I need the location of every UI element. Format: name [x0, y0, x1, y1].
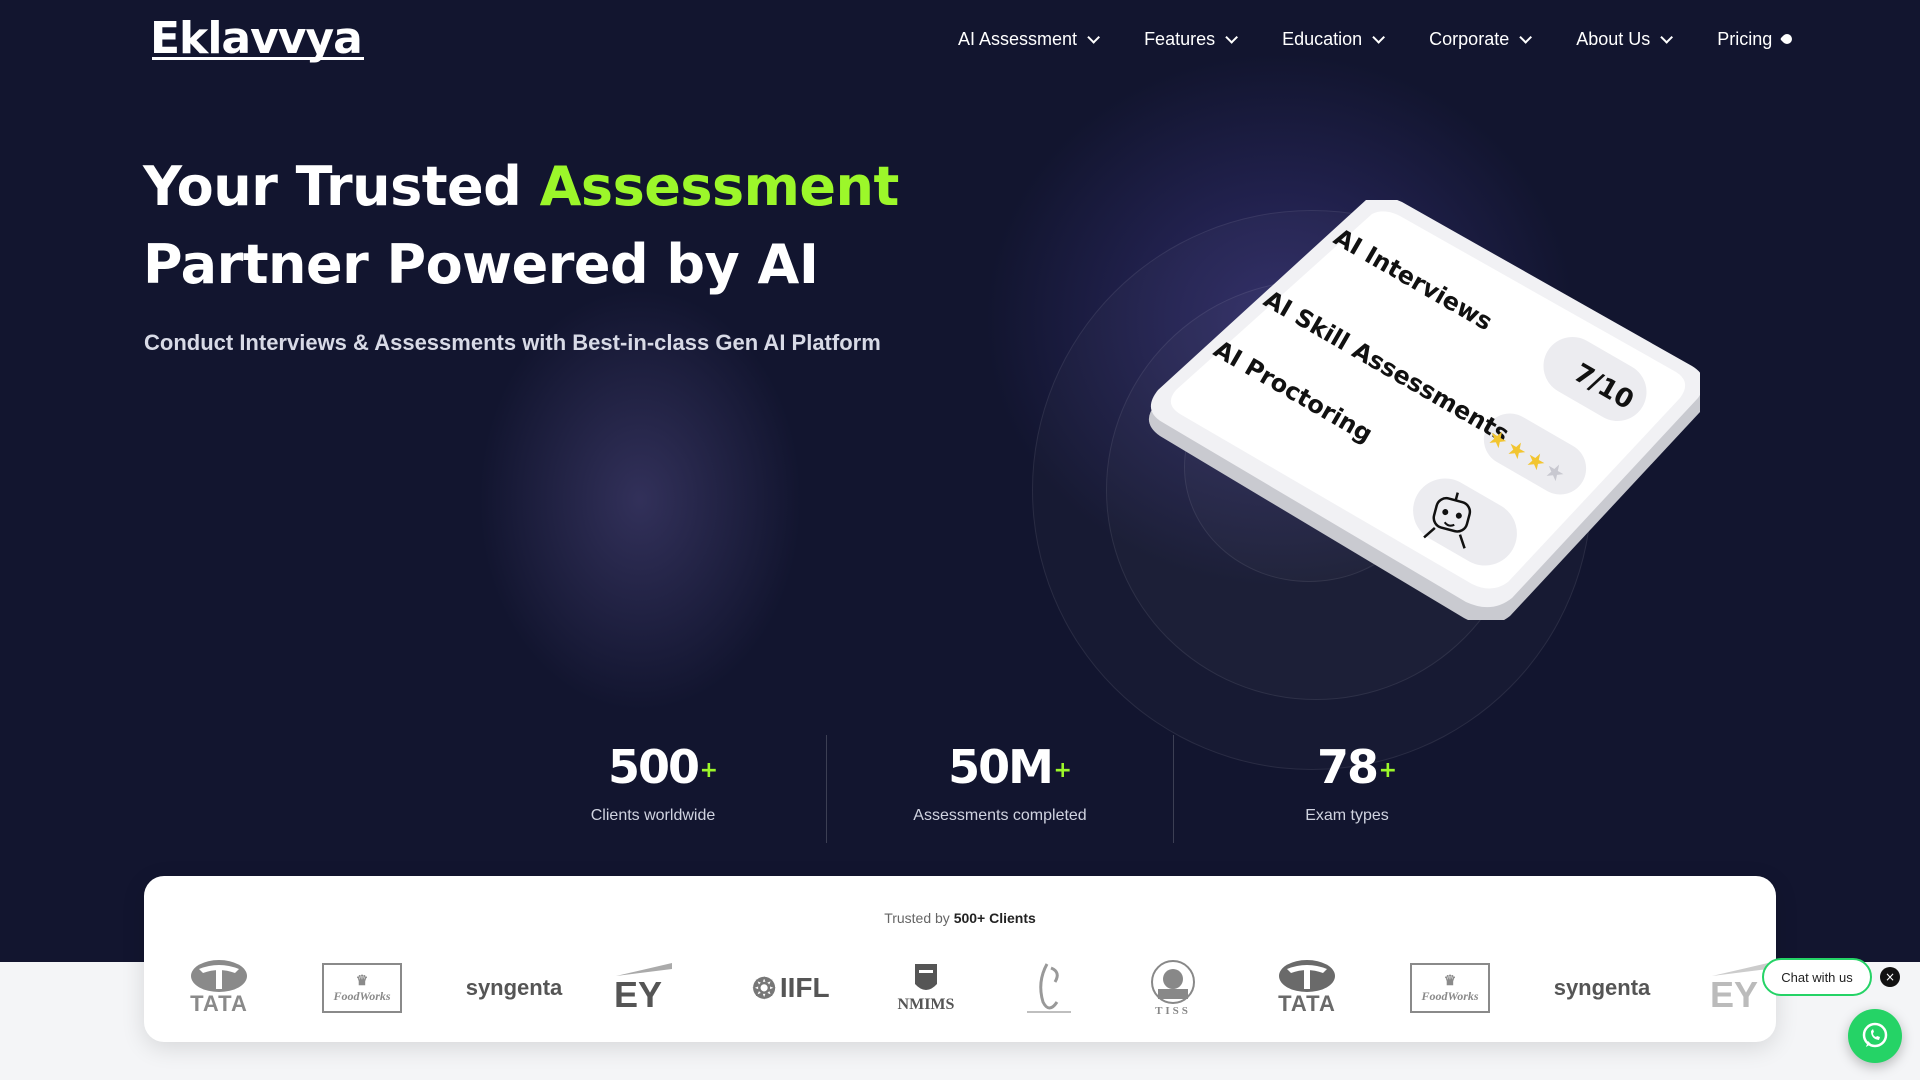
client-logo-foodworks: ♛ FoodWorks — [1408, 956, 1492, 1020]
stat-number: 500 — [607, 740, 700, 794]
stat-number: 78 — [1316, 740, 1379, 794]
stat-clients: 500 + Clients worldwide — [480, 735, 827, 843]
client-logo-tata: TATA — [174, 956, 264, 1020]
clients-card: Trusted by 500+ Clients TATA ♛ FoodWorks… — [144, 876, 1776, 1042]
nav-item-ai-assessment[interactable]: AI Assessment — [958, 28, 1101, 50]
chevron-down-icon — [1087, 30, 1101, 44]
clients-title-prefix: Trusted by — [884, 910, 954, 926]
foodworks-frame: ♛ FoodWorks — [1410, 963, 1490, 1013]
whatsapp-icon — [1862, 1022, 1888, 1048]
logo-underline — [152, 57, 364, 60]
ey-wordmark: EY — [1710, 974, 1759, 1015]
client-logo-syngenta: syngenta — [464, 956, 564, 1020]
nav-item-label: AI Assessment — [958, 28, 1078, 49]
stat-label: Assessments completed — [913, 807, 1087, 824]
stat-value: 500 + — [607, 735, 718, 799]
iifl-emblem-icon: ❂ — [752, 972, 776, 1004]
stat-assessments: 50M + Assessments completed — [827, 735, 1174, 843]
headline-accent: Assessment — [539, 155, 900, 218]
stat-plus: + — [1053, 758, 1071, 783]
stat-value: 50M + — [948, 735, 1072, 799]
chat-with-us-button[interactable]: Chat with us — [1762, 958, 1872, 996]
nav-item-label: Education — [1282, 28, 1363, 49]
client-logo-nmims: NMIMS — [888, 956, 964, 1020]
foodworks-frame: ♛ FoodWorks — [322, 963, 402, 1013]
hero-headline: Your Trusted Assessment Partner Powered … — [143, 148, 963, 304]
nav-item-label: Pricing — [1717, 28, 1773, 49]
nav-item-about-us[interactable]: About Us — [1576, 28, 1674, 50]
tiss-wordmark: TISS — [1155, 1005, 1191, 1017]
chevron-down-icon — [1225, 30, 1239, 44]
brand-logo[interactable]: Eklavvya — [150, 12, 364, 66]
nav-item-education[interactable]: Education — [1282, 28, 1386, 50]
main-nav: AI Assessment Features Education Corpora… — [958, 24, 1795, 54]
tiss-seal-icon — [1151, 960, 1195, 1004]
tag-icon — [1780, 31, 1795, 47]
chevron-down-icon — [1660, 30, 1674, 44]
chevron-down-icon — [1372, 30, 1386, 44]
assessment-illustration: AI Interviews AI Skill Assessments AI Pr… — [1140, 196, 1706, 625]
stat-label: Clients worldwide — [590, 807, 716, 824]
nmims-shield-icon — [915, 964, 937, 990]
headline-part2: Partner Powered by AI — [143, 233, 819, 296]
tata-emblem-icon — [191, 960, 247, 992]
client-logo-tata: TATA — [1262, 956, 1352, 1020]
syngenta-wordmark: syngenta — [465, 975, 563, 1000]
university-seal-icon — [1027, 963, 1071, 1013]
client-logo-strip: TATA ♛ FoodWorks syngenta EY ❂ IIFL NMIM… — [144, 956, 1776, 1026]
client-logo-iifl: ❂ IIFL — [748, 956, 834, 1020]
stat-value: 78 + — [1316, 735, 1397, 799]
stat-plus: + — [699, 758, 718, 783]
tata-wordmark: TATA — [190, 991, 248, 1016]
nav-item-label: Features — [1144, 28, 1216, 49]
stat-exam-types: 78 + Exam types — [1174, 735, 1520, 843]
stat-plus: + — [1378, 758, 1397, 783]
nav-item-pricing[interactable]: Pricing — [1717, 28, 1795, 50]
client-logo-syngenta: syngenta — [1552, 956, 1652, 1020]
client-logo-ey: EY — [614, 956, 684, 1020]
whatsapp-button[interactable] — [1848, 1009, 1902, 1063]
nav-item-label: Corporate — [1429, 28, 1510, 49]
foodworks-emblem-icon: ♛ — [355, 972, 369, 988]
close-icon[interactable]: × — [1880, 967, 1900, 987]
headline-part1: Your Trusted — [143, 155, 540, 218]
client-logo-foodworks: ♛ FoodWorks — [320, 956, 404, 1020]
stat-label: Exam types — [1305, 807, 1389, 824]
tata-emblem-icon — [1279, 960, 1335, 992]
nav-item-corporate[interactable]: Corporate — [1429, 28, 1533, 50]
foodworks-wordmark: FoodWorks — [333, 989, 391, 1003]
hero-subheadline: Conduct Interviews & Assessments with Be… — [144, 330, 881, 355]
nav-item-label: About Us — [1576, 28, 1651, 49]
chevron-down-icon — [1519, 30, 1533, 44]
client-logo-university — [1014, 956, 1084, 1020]
assessment-card-svg: AI Interviews AI Skill Assessments AI Pr… — [1148, 196, 1706, 625]
stat-number: 50M — [948, 740, 1054, 794]
nmims-wordmark: NMIMS — [897, 996, 955, 1013]
nav-item-features[interactable]: Features — [1144, 28, 1239, 50]
foodworks-emblem-icon: ♛ — [1443, 972, 1457, 988]
syngenta-wordmark: syngenta — [1553, 975, 1651, 1000]
ey-wordmark: EY — [614, 974, 663, 1015]
iifl-wordmark: IIFL — [779, 972, 830, 1003]
clients-title-bold: 500+ Clients — [953, 910, 1036, 926]
clients-title: Trusted by 500+ Clients — [144, 910, 1776, 926]
foodworks-wordmark: FoodWorks — [1421, 989, 1479, 1003]
stats-row: 500 + Clients worldwide 50M + Assessment… — [480, 735, 1520, 843]
tata-wordmark: TATA — [1278, 991, 1336, 1016]
client-logo-tiss: TISS — [1138, 956, 1208, 1020]
